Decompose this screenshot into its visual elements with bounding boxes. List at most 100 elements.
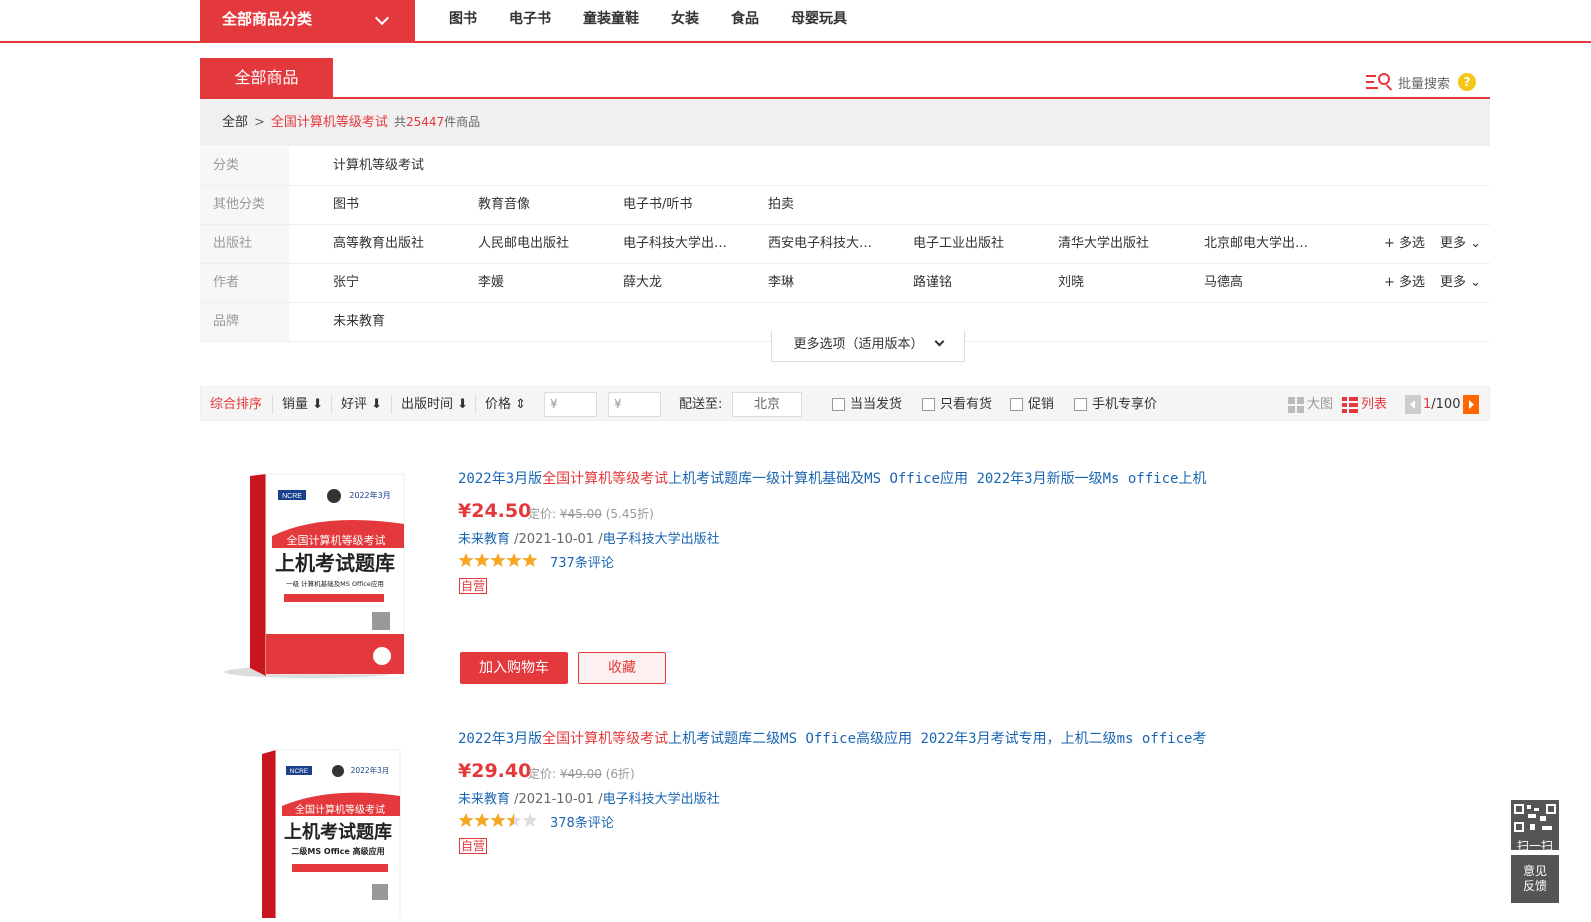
filter-value[interactable]: 教育音像 xyxy=(478,186,530,224)
nav-link-ebooks[interactable]: 电子书 xyxy=(509,0,551,40)
svg-text:全国计算机等级考试: 全国计算机等级考试 xyxy=(287,533,386,547)
filter-value[interactable]: 李媛 xyxy=(478,264,504,302)
sort-comprehensive[interactable]: 综合排序 xyxy=(210,387,262,422)
checkbox-in-stock[interactable]: 只看有货 xyxy=(922,387,992,422)
favorite-button[interactable]: 收藏 xyxy=(578,652,666,684)
filter-label: 作者 xyxy=(200,264,289,302)
sort-pub-time[interactable]: 出版时间 ⬇ xyxy=(401,387,468,422)
list-view-icon xyxy=(1342,396,1358,413)
filter-value[interactable]: 刘晓 xyxy=(1058,264,1084,302)
star-icon xyxy=(522,553,538,567)
filter-value[interactable]: 图书 xyxy=(333,186,359,224)
product-title-link[interactable]: 2022年3月版全国计算机等级考试上机考试题库一级计算机基础及MS Office… xyxy=(458,468,1206,488)
add-to-cart-button[interactable]: 加入购物车 xyxy=(460,652,568,684)
product-item: NCRE 2022年3月 全国计算机等级考试 上机考试题库 二级MS Offic… xyxy=(200,700,1490,922)
filter-value[interactable]: 电子科技大学出… xyxy=(623,225,727,263)
feedback-label-2: 反馈 xyxy=(1522,879,1547,893)
goods-tabbar: 全部商品 批量搜索 ? xyxy=(200,58,1490,99)
filter-value[interactable]: 电子工业出版社 xyxy=(913,225,1004,263)
product-publisher-link[interactable]: 电子科技大学出版社 xyxy=(603,532,720,547)
nav-link-food[interactable]: 食品 xyxy=(731,0,759,40)
product-meta: 未来教育 /2021-10-01 /电子科技大学出版社 xyxy=(458,792,720,807)
product-title-link[interactable]: 2022年3月版全国计算机等级考试上机考试题库二级MS Office高级应用 2… xyxy=(458,728,1206,748)
filter-row-other-category: 其他分类 图书 教育音像 电子书/听书 拍卖 xyxy=(200,186,1490,225)
nav-link-baby[interactable]: 母婴玩具 xyxy=(791,0,847,40)
filter-value[interactable]: 薛大龙 xyxy=(623,264,662,302)
tab-all-goods[interactable]: 全部商品 xyxy=(200,58,333,98)
nav-link-women[interactable]: 女装 xyxy=(671,0,699,40)
svg-text:NCRE: NCRE xyxy=(290,768,309,775)
batch-search[interactable]: 批量搜索 ? xyxy=(1365,72,1476,92)
checkbox-dangdang-ship[interactable]: 当当发货 xyxy=(832,387,902,422)
view-grid-button[interactable]: 大图 xyxy=(1288,387,1333,422)
chevron-down-icon: ⌄ xyxy=(1466,236,1482,251)
filter-value[interactable]: 西安电子科技大… xyxy=(768,225,872,263)
product-price: ¥24.50 xyxy=(458,500,532,522)
result-count: 共25447件商品 xyxy=(393,115,481,129)
svg-text:2022年3月: 2022年3月 xyxy=(349,490,390,500)
self-operated-badge: 自营 xyxy=(459,578,488,594)
more-button[interactable]: 更多 ⌄ xyxy=(1440,264,1481,302)
breadcrumb-current[interactable]: 全国计算机等级考试 xyxy=(271,115,388,130)
filter-value[interactable]: 拍卖 xyxy=(768,186,794,224)
filter-value[interactable]: 路谨铭 xyxy=(913,264,952,302)
feedback-button[interactable]: 意见 反馈 xyxy=(1511,855,1559,903)
product-reviews-link[interactable]: 378条评论 xyxy=(550,812,614,831)
breadcrumb-root[interactable]: 全部 xyxy=(222,115,248,130)
filter-label: 品牌 xyxy=(200,303,289,341)
help-icon[interactable]: ? xyxy=(1458,73,1476,91)
product-rating-stars xyxy=(458,552,538,568)
filter-value[interactable]: 北京邮电大学出… xyxy=(1204,225,1308,263)
prev-page-icon[interactable] xyxy=(1405,395,1421,414)
filter-value[interactable]: 未来教育 xyxy=(333,303,385,341)
qr-scan-widget[interactable]: 扫一扫 xyxy=(1511,800,1559,853)
nav-links: 图书 电子书 童装童鞋 女装 食品 母婴玩具 xyxy=(449,0,879,40)
filter-label: 分类 xyxy=(200,147,289,185)
all-categories-button[interactable]: 全部商品分类 xyxy=(200,0,415,42)
nav-link-books[interactable]: 图书 xyxy=(449,0,477,40)
breadcrumb: 全部 > 全国计算机等级考试 共25447件商品 xyxy=(200,99,1490,146)
more-button[interactable]: 更多 ⌄ xyxy=(1440,225,1481,263)
product-publisher-link[interactable]: 电子科技大学出版社 xyxy=(603,792,720,807)
filter-value[interactable]: 张宁 xyxy=(333,264,359,302)
svg-text:上机考试题库: 上机考试题库 xyxy=(275,551,395,575)
filter-value[interactable]: 清华大学出版社 xyxy=(1058,225,1149,263)
checkbox-box xyxy=(922,398,935,411)
price-to-input[interactable]: ¥ xyxy=(608,392,661,417)
multi-select-button[interactable]: + 多选 xyxy=(1384,225,1425,263)
star-icon xyxy=(490,553,506,567)
sort-bar: 综合排序 销量 ⬇ 好评 ⬇ 出版时间 ⬇ 价格 ⇕ ¥ ¥ 配送至: 北京 当… xyxy=(200,386,1490,421)
sort-sales[interactable]: 销量 ⬇ xyxy=(282,387,323,422)
product-cover-image[interactable]: NCRE 2022年3月 全国计算机等级考试 上机考试题库 二级MS Offic… xyxy=(240,748,410,918)
svg-text:NCRE: NCRE xyxy=(282,493,302,500)
product-item: NCRE 2022年3月 全国计算机等级考试 上机考试题库 一级 计算机基础及M… xyxy=(200,440,1490,710)
filter-value[interactable]: 人民邮电出版社 xyxy=(478,225,569,263)
price-from-input[interactable]: ¥ xyxy=(544,392,597,417)
checkbox-box xyxy=(1074,398,1087,411)
filter-value[interactable]: 马德高 xyxy=(1204,264,1243,302)
filter-value[interactable]: 计算机等级考试 xyxy=(333,147,424,185)
next-page-icon[interactable] xyxy=(1463,395,1479,414)
more-options-button[interactable]: 更多选项（适用版本） xyxy=(771,331,965,362)
product-cover-image[interactable]: NCRE 2022年3月 全国计算机等级考试 上机考试题库 一级 计算机基础及M… xyxy=(222,472,406,680)
view-list-button[interactable]: 列表 xyxy=(1342,387,1387,422)
star-icon xyxy=(506,553,522,567)
checkbox-promotion[interactable]: 促销 xyxy=(1010,387,1054,422)
filter-value[interactable]: 高等教育出版社 xyxy=(333,225,424,263)
chevron-down-icon xyxy=(374,10,390,26)
divider xyxy=(272,395,273,414)
ship-label: 配送至: xyxy=(679,397,723,412)
nav-link-kids[interactable]: 童装童鞋 xyxy=(583,0,639,40)
product-reviews-link[interactable]: 737条评论 xyxy=(550,552,614,571)
divider xyxy=(331,395,332,414)
checkbox-mobile-price[interactable]: 手机专享价 xyxy=(1074,387,1157,422)
ship-to-select[interactable]: 北京 xyxy=(732,392,802,417)
multi-select-button[interactable]: + 多选 xyxy=(1384,264,1425,302)
product-brand-link[interactable]: 未来教育 xyxy=(458,792,510,807)
sort-price[interactable]: 价格 ⇕ xyxy=(485,387,526,422)
filter-value[interactable]: 李琳 xyxy=(768,264,794,302)
sort-rating[interactable]: 好评 ⬇ xyxy=(341,387,382,422)
star-icon xyxy=(490,813,506,827)
product-brand-link[interactable]: 未来教育 xyxy=(458,532,510,547)
filter-value[interactable]: 电子书/听书 xyxy=(623,186,692,224)
